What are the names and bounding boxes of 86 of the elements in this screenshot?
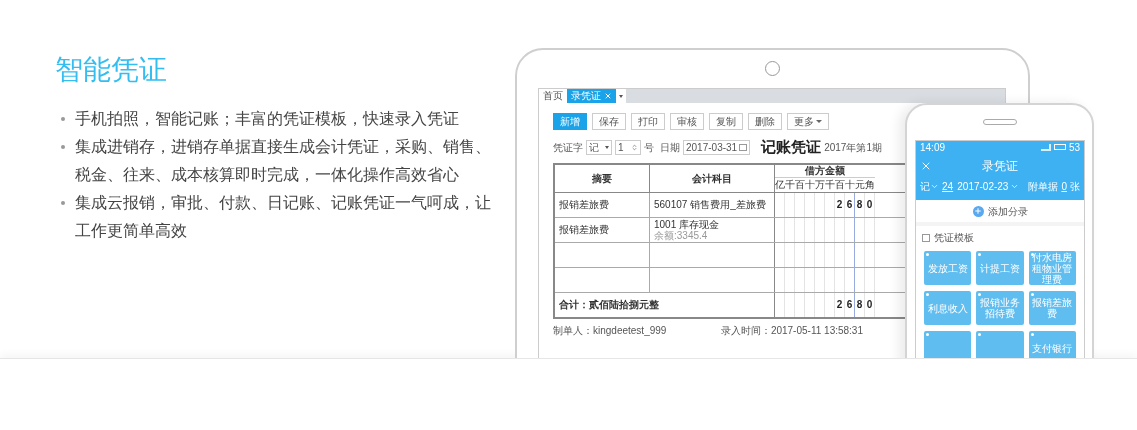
feature-text: 集成进销存，进销存单据直接生成会计凭证，采购、销售、税金、往来、成本核算即时完成，一体化操作高效省心	[75, 137, 492, 185]
attachments-count[interactable]: 0	[1061, 179, 1067, 194]
chevron-down-icon	[930, 182, 939, 191]
calendar-icon	[739, 143, 748, 151]
bullet-icon	[61, 145, 65, 149]
tab[interactable]: 录凭证	[567, 89, 616, 103]
digit-header: 角	[865, 177, 875, 192]
template-tile[interactable]: 报销业务招待费	[976, 291, 1024, 325]
maker-text: 制单人：kingdeetest_999	[553, 323, 667, 338]
voucher-number-field[interactable]: 1	[615, 139, 641, 155]
balance-text: 余额:3345.4	[654, 229, 709, 241]
field-label: 日期	[660, 140, 680, 155]
template-tile[interactable]: 发放工资	[924, 251, 972, 285]
toolbar-button[interactable]: 打印	[631, 113, 665, 130]
total-text: 合计：贰佰陆拾捌元整	[559, 298, 659, 312]
battery-text: 53	[1068, 141, 1080, 155]
digit-header: 元	[855, 177, 865, 192]
voucher-number[interactable]: 24	[942, 179, 954, 194]
toolbar-button[interactable]: 复制	[709, 113, 743, 130]
tab[interactable]: 首页	[539, 89, 567, 103]
feature-text: 手机拍照，智能记账；丰富的凭证模板，快速录入凭证	[75, 109, 460, 129]
summary-cell-text: 报销差旅费	[559, 198, 609, 212]
account-cell-text: 1001 库存现金	[654, 218, 721, 230]
feature-title: 智能凭证	[55, 53, 168, 87]
amount-digit: 2	[836, 298, 843, 312]
chevron-down-icon	[1010, 182, 1020, 191]
template-tile[interactable]	[924, 331, 972, 358]
toolbar-button[interactable]: 删除	[748, 113, 782, 130]
toolbar-button[interactable]: 新增	[553, 113, 587, 130]
template-tile[interactable]: 支付银行	[1028, 331, 1076, 358]
amount-digit: 2	[836, 198, 843, 212]
template-tile[interactable]: 报销差旅费	[1028, 291, 1076, 325]
amount-digit: 6	[846, 198, 853, 212]
toolbar-button[interactable]: 保存	[592, 113, 626, 130]
summary-cell-text: 报销差旅费	[559, 223, 609, 237]
toolbar-button[interactable]: 审核	[670, 113, 704, 130]
amount-digit: 8	[856, 298, 863, 312]
attachments-unit: 张	[1070, 180, 1080, 194]
field-label: 号	[644, 140, 654, 155]
attachments-label: 附单据	[1028, 180, 1059, 194]
column-header: 会计科目	[650, 164, 775, 192]
template-tile[interactable]	[976, 331, 1024, 358]
add-entry-button[interactable]: 添加分录	[916, 200, 1084, 226]
bullet-icon	[61, 201, 65, 205]
voucher-title: 记账凭证	[761, 137, 822, 157]
voucher-word-select[interactable]: 记	[920, 179, 939, 194]
screen-title: 录凭证	[981, 158, 1019, 175]
digit-header: 千	[785, 177, 795, 192]
column-header: 借方金额	[775, 164, 875, 178]
account-cell-text: 560107 销售费用_差旅费	[654, 199, 767, 210]
digit-header: 亿	[775, 177, 785, 192]
amount-digit: 0	[866, 198, 873, 212]
speaker-icon	[983, 119, 1017, 125]
column-header: 摘要	[555, 164, 650, 192]
digit-header: 万	[815, 177, 825, 192]
caret-icon	[816, 120, 822, 123]
template-tile[interactable]: 付水电房租物业管理费	[1028, 251, 1076, 285]
date-select[interactable]: 2017-02-23	[957, 179, 1020, 194]
period-text: 2017年第1期	[824, 140, 882, 155]
date-field[interactable]: 2017-03-31	[683, 139, 751, 155]
digit-header: 千	[825, 177, 835, 192]
toolbar-button[interactable]: 更多	[787, 113, 829, 130]
tab-menu-icon[interactable]	[616, 89, 626, 103]
digit-header: 百	[835, 177, 845, 192]
signal-icon	[1040, 143, 1051, 151]
digit-header: 百	[795, 177, 805, 192]
digit-header: 十	[845, 177, 855, 192]
template-tile[interactable]: 计提工资	[976, 251, 1024, 285]
feature-text: 集成云报销，审批、付款、日记账、记账凭证一气呵成，让工作更简单高效	[75, 193, 492, 241]
template-icon	[922, 233, 930, 242]
battery-icon	[1053, 144, 1066, 150]
close-icon[interactable]	[920, 160, 932, 172]
section-label: 凭证模板	[934, 231, 974, 245]
amount-digit: 8	[856, 198, 863, 212]
entry-time-text: 录入时间：2017-05-11 13:58:31	[720, 323, 863, 338]
amount-digit: 6	[846, 298, 853, 312]
bullet-icon	[61, 117, 65, 121]
amount-digit: 0	[866, 298, 873, 312]
plus-icon	[972, 205, 984, 217]
status-time: 14:09	[920, 141, 946, 155]
digit-header: 十	[805, 177, 815, 192]
field-label: 凭证字	[553, 140, 583, 155]
stepper-icon[interactable]	[631, 143, 638, 151]
template-tile[interactable]: 利息收入	[924, 291, 972, 325]
close-icon[interactable]	[604, 92, 612, 100]
voucher-word-select[interactable]: 记	[586, 139, 612, 155]
